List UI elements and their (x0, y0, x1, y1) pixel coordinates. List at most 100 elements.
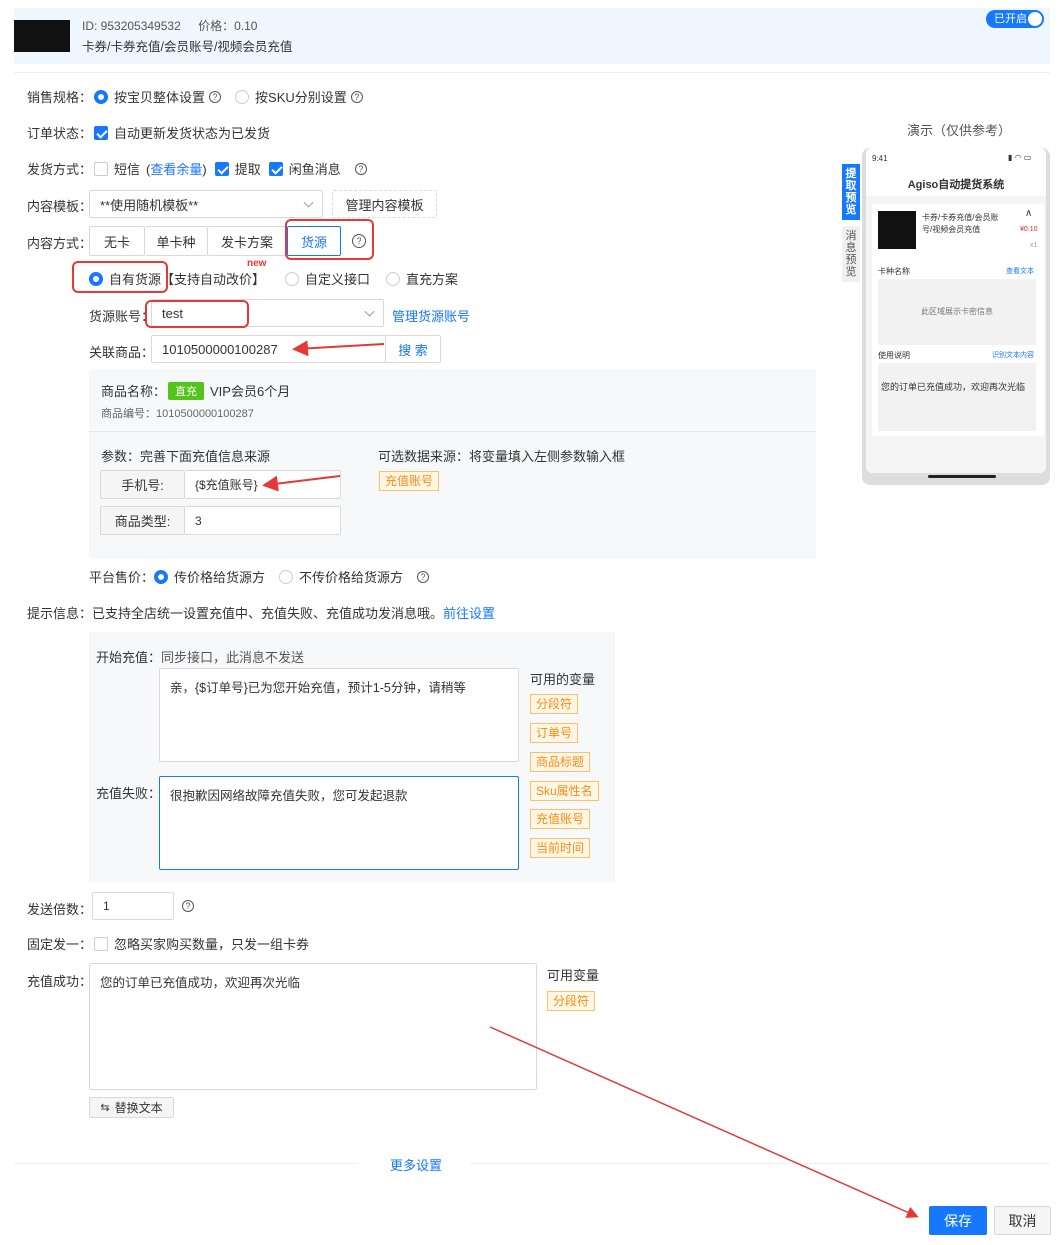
fail-recharge-textarea[interactable]: 很抱歉因网络故障充值失败，您可发起退款 (159, 776, 519, 870)
phone-recognize-text: 识别文本内容 (992, 352, 1034, 359)
phone-status-icons: ▮ ◠ ▭ (1008, 153, 1032, 162)
toggle-knob (1028, 12, 1042, 26)
divider (14, 1163, 358, 1164)
toggle-label: 已开启 (994, 13, 1027, 25)
sale-spec-label: 销售规格： (27, 90, 93, 105)
start-recharge-textarea[interactable]: 亲，{$订单号}已为您开始充值，预计1-5分钟，请稍等 (159, 668, 519, 762)
tab-single-card[interactable]: 单卡种 (145, 226, 208, 256)
help-icon[interactable]: ? (417, 570, 430, 583)
replace-text-button[interactable]: ⇆ 替换文本 (89, 1097, 174, 1118)
chevron-down-icon (364, 306, 375, 317)
xianyu-checkbox[interactable]: 闲鱼消息 (268, 159, 341, 178)
platform-price-row: 平台售价： 传价格给货源方 不传价格给货源方 ? (89, 567, 430, 586)
divider (89, 431, 816, 432)
ignore-quantity-checkbox[interactable]: 忽略买家购买数量，只发一组卡券 (94, 934, 309, 953)
sale-spec-option-whole[interactable]: 按宝贝整体设置 ? (94, 87, 222, 106)
checkbox-checked-icon (214, 161, 229, 176)
tips-settings-link[interactable]: 前往设置 (443, 603, 495, 622)
checkbox-checked-icon (268, 161, 283, 176)
var-tag[interactable]: 充值账号 (530, 809, 591, 829)
product-id-price: ID: 953205349532 价格：0.10 (82, 17, 271, 34)
var-tag[interactable]: 商品标题 (530, 752, 591, 772)
source-custom-radio[interactable]: 自定义接口 (285, 269, 370, 288)
radio-icon (235, 89, 250, 104)
tips-row: 提示信息： 已支持全店统一设置充值中、充值失败、充值成功发消息哦。 前往设置 (27, 603, 495, 622)
params-label: 参数：完善下面充值信息来源 (101, 449, 271, 464)
success-label: 充值成功： (27, 974, 93, 989)
no-price-radio[interactable]: 不传价格给货源方 (279, 567, 403, 586)
phone-qty: x1 (1030, 242, 1038, 249)
radio-icon (386, 271, 401, 286)
delivery-row: 发货方式： 短信 (查看余量) 提取 闲鱼消息 ? (27, 159, 367, 178)
template-label: 内容模板： (27, 199, 93, 214)
pass-price-radio[interactable]: 传价格给货源方 (154, 567, 265, 586)
sms-balance: (查看余量) (146, 162, 207, 177)
manage-template-button[interactable]: 管理内容模板 (332, 190, 437, 218)
product-name: VIP会员6个月 (210, 384, 291, 399)
var-tag[interactable]: 当前时间 (530, 838, 591, 858)
tab-card-plan[interactable]: 发卡方案 (208, 226, 287, 256)
sale-spec-option-sku[interactable]: 按SKU分别设置 ? (235, 87, 363, 106)
source-own-note: 【支持自动改价】 new (161, 258, 267, 287)
param-phone-input[interactable]: {$充值账号} (185, 470, 341, 499)
phone-card-placeholder: 此区域展示卡密信息 (878, 279, 1036, 345)
enable-toggle[interactable]: 已开启 (986, 10, 1044, 28)
annotation-box (72, 261, 168, 293)
tab-pickup-preview[interactable]: 提取预览 (842, 164, 860, 220)
search-button[interactable]: 搜 索 (385, 335, 441, 363)
success-vars-title: 可用变量 (547, 968, 600, 983)
preview-title: 演示（仅供参考） (907, 123, 1012, 138)
product-name-row: 商品名称： 直充 VIP会员6个月 (101, 381, 290, 400)
phone-product-title: 卡券/卡券充值/会员账号/视频会员充值 (922, 213, 999, 234)
product-thumbnail (14, 20, 70, 52)
product-category: 卡券/卡券充值/会员账号/视频会员充值 (82, 40, 293, 54)
tips-text: 已支持全店统一设置充值中、充值失败、充值成功发消息哦。 (92, 606, 444, 621)
save-button[interactable]: 保存 (929, 1206, 987, 1235)
start-recharge-header: 开始充值： 同步接口，此消息不发送 (96, 647, 304, 666)
delivery-label: 发货方式： (27, 162, 93, 177)
cancel-button[interactable]: 取消 (994, 1206, 1051, 1235)
chevron-down-icon (303, 197, 314, 208)
var-tag[interactable]: 分段符 (547, 991, 596, 1011)
param-type-input[interactable]: 3 (185, 506, 341, 535)
help-icon[interactable]: ? (209, 90, 222, 103)
var-tag[interactable]: Sku属性名 (530, 781, 599, 801)
help-icon[interactable]: ? (182, 900, 194, 912)
fixed-one-row: 固定发一： 忽略买家购买数量，只发一组卡券 (27, 934, 309, 953)
var-tag[interactable]: 订单号 (530, 723, 579, 743)
phone-price: ¥0.10 (1020, 226, 1038, 233)
sms-checkbox[interactable]: 短信 (94, 159, 140, 178)
param-type: 商品类型: 3 (100, 506, 341, 535)
radio-icon (279, 569, 294, 584)
var-tag[interactable]: 分段符 (530, 694, 579, 714)
auto-update-checkbox[interactable]: 自动更新发货状态为已发货 (94, 123, 270, 142)
param-phone-label: 手机号: (100, 470, 185, 499)
divider (470, 1163, 1050, 1164)
product-name-label: 商品名称： (101, 384, 167, 399)
linked-product-input[interactable]: 1010500000100287 (151, 335, 386, 363)
success-textarea[interactable]: 您的订单已充值成功，欢迎再次光临 (89, 963, 537, 1090)
tab-message-preview[interactable]: 消息预览 (842, 226, 860, 282)
sms-balance-link[interactable]: 查看余量 (150, 162, 202, 177)
messages-panel: 开始充值： 同步接口，此消息不发送 亲，{$订单号}已为您开始充值，预计1-5分… (89, 632, 615, 883)
phone-time: 9:41 (872, 154, 888, 163)
radio-checked-icon (154, 569, 169, 584)
template-select[interactable]: **使用随机模板** (89, 190, 323, 218)
pickup-checkbox[interactable]: 提取 (214, 159, 261, 178)
product-price: 价格：0.10 (198, 19, 258, 33)
phone-screen: 9:41 ▮ ◠ ▭ Agiso自动提货系统 卡券/卡券充值/会员账号/视频会员… (866, 148, 1046, 478)
fixed-one-label: 固定发一： (27, 937, 93, 952)
send-multiple-input[interactable]: 1 (92, 892, 174, 920)
direct-badge: 直充 (168, 381, 205, 400)
var-tag-recharge-account[interactable]: 充值账号 (379, 471, 440, 491)
annotation-box (145, 300, 249, 328)
new-badge: new (247, 258, 267, 269)
radio-icon (285, 271, 300, 286)
help-icon[interactable]: ? (350, 90, 363, 103)
tab-no-card[interactable]: 无卡 (89, 226, 145, 256)
more-settings-link[interactable]: 更多设置 (390, 1155, 442, 1174)
help-icon[interactable]: ? (354, 162, 367, 175)
manage-source-account-link[interactable]: 管理货源账号 (392, 306, 470, 325)
source-direct-radio[interactable]: 直充方案 (386, 269, 458, 288)
radio-checked-icon (94, 89, 109, 104)
